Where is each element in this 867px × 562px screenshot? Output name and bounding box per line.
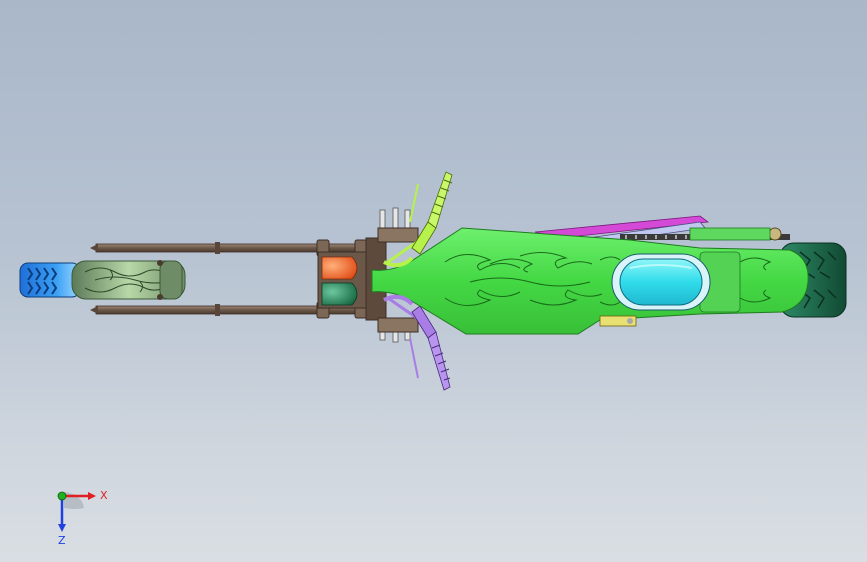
frame[interactable]	[371, 227, 809, 335]
fuel-tank[interactable]	[611, 253, 711, 311]
axis-triad: X Z	[57, 489, 108, 547]
motorcycle-model[interactable]	[0, 0, 867, 562]
headlight-orange[interactable]	[321, 256, 358, 280]
triad-shadow	[64, 492, 84, 509]
x-axis-arrow-icon	[88, 492, 96, 500]
front-tire[interactable]	[19, 262, 81, 298]
front-wheel[interactable]	[71, 260, 186, 300]
headlight-green[interactable]	[321, 282, 358, 306]
z-axis-label: Z	[58, 534, 66, 547]
z-axis-arrow-icon	[58, 524, 66, 532]
graphics-viewport[interactable]: X Z	[0, 0, 867, 562]
x-axis-label: X	[100, 489, 108, 502]
y-axis-dot-icon	[57, 491, 67, 501]
